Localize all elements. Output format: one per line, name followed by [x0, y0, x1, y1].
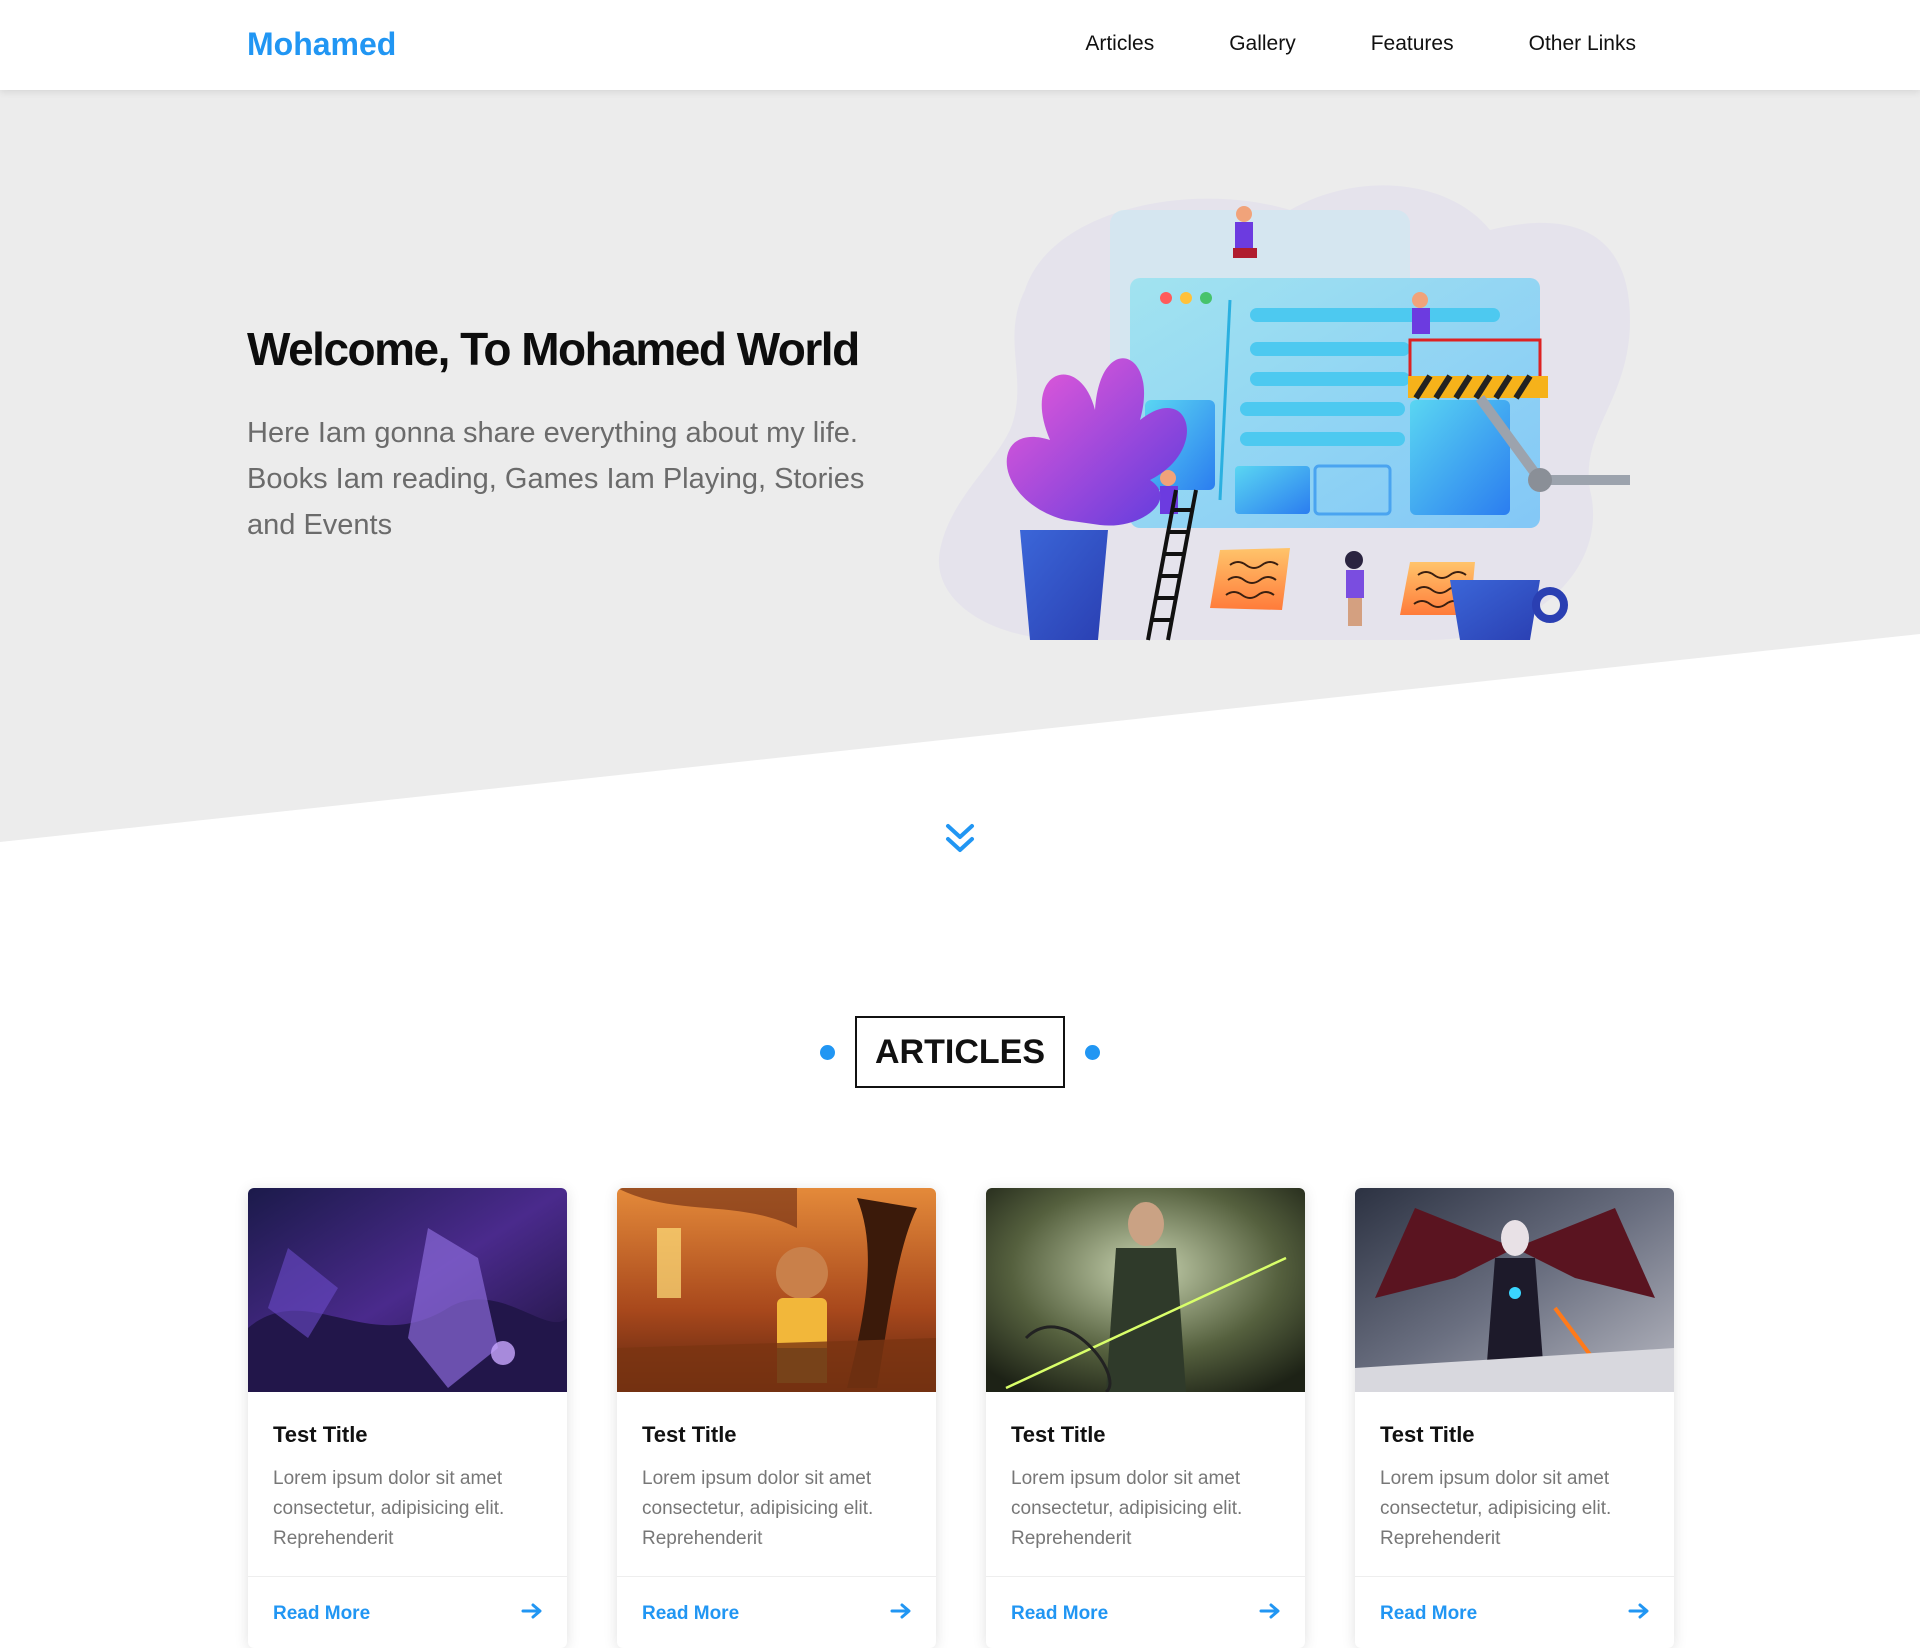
hero-description: Here Iam gonna share everything about my…: [247, 417, 865, 541]
article-card: Test Title Lorem ipsum dolor sit amet co…: [1355, 1188, 1674, 1648]
read-more-link[interactable]: Read More: [642, 1603, 739, 1625]
article-card: Test Title Lorem ipsum dolor sit amet co…: [986, 1188, 1305, 1648]
card-description: Lorem ipsum dolor sit amet consectetur, …: [273, 1468, 505, 1549]
hero-title: Welcome, To Mohamed World: [247, 323, 860, 375]
scroll-down-chevron-icon[interactable]: [944, 822, 976, 856]
read-more-link[interactable]: Read More: [1380, 1603, 1477, 1625]
arrow-right-icon[interactable]: [890, 1602, 912, 1620]
article-card: Test Title Lorem ipsum dolor sit amet co…: [248, 1188, 567, 1648]
card-image-forest-archer: [986, 1188, 1305, 1392]
nav-link-gallery[interactable]: Gallery: [1229, 32, 1296, 56]
card-title: Test Title: [642, 1422, 737, 1447]
nav-link-features[interactable]: Features: [1371, 32, 1454, 56]
arrow-right-icon[interactable]: [1259, 1602, 1281, 1620]
card-title: Test Title: [273, 1422, 368, 1447]
card-description: Lorem ipsum dolor sit amet consectetur, …: [1380, 1468, 1612, 1549]
nav-link-articles[interactable]: Articles: [1085, 32, 1154, 56]
card-image-winged-demon: [1355, 1188, 1674, 1392]
article-cards: Test Title Lorem ipsum dolor sit amet co…: [248, 1188, 1674, 1648]
card-divider: [1355, 1576, 1674, 1577]
card-divider: [986, 1576, 1305, 1577]
heading-dot-left: [820, 1045, 835, 1060]
articles-heading: ARTICLES: [855, 1016, 1065, 1088]
card-image-warcraft-hunter: [248, 1188, 567, 1392]
site-header: Mohamed Articles Gallery Features Other …: [0, 0, 1920, 90]
card-divider: [617, 1576, 936, 1577]
arrow-right-icon[interactable]: [1628, 1602, 1650, 1620]
card-title: Test Title: [1011, 1422, 1106, 1447]
heading-dot-right: [1085, 1045, 1100, 1060]
card-divider: [248, 1576, 567, 1577]
articles-section-header: ARTICLES: [0, 1016, 1920, 1088]
card-description: Lorem ipsum dolor sit amet consectetur, …: [642, 1468, 874, 1549]
read-more-link[interactable]: Read More: [273, 1603, 370, 1625]
site-logo[interactable]: Mohamed: [247, 26, 396, 63]
arrow-right-icon[interactable]: [521, 1602, 543, 1620]
nav-link-other-links[interactable]: Other Links: [1529, 32, 1636, 56]
card-title: Test Title: [1380, 1422, 1475, 1447]
website-construction-illustration: [938, 185, 1630, 641]
read-more-link[interactable]: Read More: [1011, 1603, 1108, 1625]
main-nav: Articles Gallery Features Other Links: [1010, 32, 1636, 56]
card-image-savanna-character: [617, 1188, 936, 1392]
article-card: Test Title Lorem ipsum dolor sit amet co…: [617, 1188, 936, 1648]
card-description: Lorem ipsum dolor sit amet consectetur, …: [1011, 1468, 1243, 1549]
